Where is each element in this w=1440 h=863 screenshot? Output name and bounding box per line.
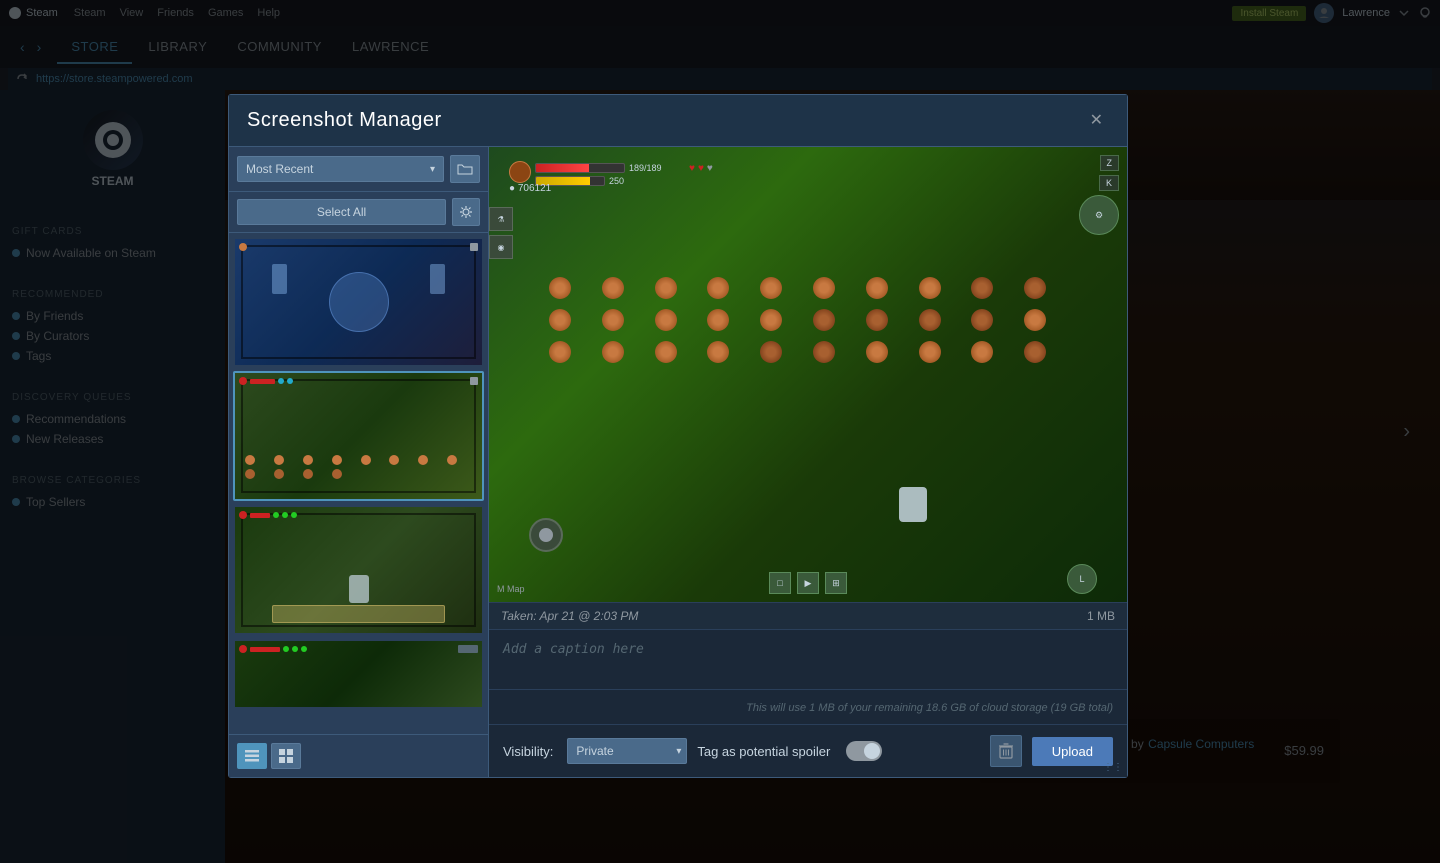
screenshot-thumb-2[interactable] xyxy=(233,371,484,501)
visibility-dropdown-wrapper: Private Public Friends Only ▾ xyxy=(567,738,687,764)
thumb-image-1 xyxy=(235,239,482,365)
thumb-hud-2 xyxy=(239,377,293,385)
thumb-character xyxy=(349,575,369,603)
thumb-hud-right-2 xyxy=(470,377,478,385)
toggle-knob xyxy=(864,743,880,759)
top-right-hud: Z K ⚙ xyxy=(1079,155,1119,235)
thumb-hud-1 xyxy=(239,243,247,251)
file-size: 1 MB xyxy=(1087,609,1115,623)
select-all-row: Select All xyxy=(229,192,488,233)
preview-image-area: 189/189 250 ♥ ♥ xyxy=(489,147,1127,602)
thumb-enemies-2 xyxy=(245,455,472,479)
dropdown-arrow-icon: ▾ xyxy=(430,164,435,175)
preview-game-screenshot: 189/189 250 ♥ ♥ xyxy=(489,147,1127,602)
thumb-hud-right-4 xyxy=(458,645,478,653)
settings-button[interactable] xyxy=(452,198,480,226)
grid-view-icon xyxy=(279,749,293,763)
list-view-icon xyxy=(245,750,259,762)
resize-handle[interactable]: ⋮⋮ xyxy=(1103,762,1123,773)
trash-icon xyxy=(999,743,1013,759)
game-hud-overlay: 189/189 250 ♥ ♥ xyxy=(489,147,1127,602)
thumb-image-4 xyxy=(235,641,482,707)
screenshot-manager-modal: Screenshot Manager ✕ Most Recent ▾ Selec xyxy=(228,94,1128,778)
thumb-detail-1 xyxy=(329,272,389,332)
screenshot-thumbnails-list[interactable] xyxy=(229,233,488,734)
spoiler-toggle[interactable] xyxy=(846,741,882,761)
select-all-button[interactable]: Select All xyxy=(237,199,446,225)
heart-icons: ♥ ♥ ♥ xyxy=(689,163,713,174)
map-label: M Map xyxy=(497,584,525,594)
sort-dropdown[interactable]: Most Recent ▾ xyxy=(237,156,444,182)
modal-close-button[interactable]: ✕ xyxy=(1084,111,1109,131)
upload-button[interactable]: Upload xyxy=(1032,737,1113,766)
spoiler-label: Tag as potential spoiler xyxy=(697,744,830,759)
modal-body: Most Recent ▾ Select All xyxy=(229,147,1127,777)
score-counter: ● 706121 xyxy=(509,183,551,194)
screenshot-thumb-4[interactable] xyxy=(233,639,484,709)
screenshot-thumb-3[interactable] xyxy=(233,505,484,635)
visibility-select[interactable]: Private Public Friends Only xyxy=(567,738,687,764)
thumb-image-3 xyxy=(235,507,482,633)
gear-icon xyxy=(459,205,473,219)
caption-area xyxy=(489,629,1127,689)
thumb-hud-4 xyxy=(239,645,307,653)
screenshot-list-panel: Most Recent ▾ Select All xyxy=(229,147,489,777)
player-character xyxy=(899,487,927,522)
storage-info-text: This will use 1 MB of your remaining 18.… xyxy=(746,702,1113,714)
health-mana-bars: 189/189 250 xyxy=(535,163,662,186)
preview-panel: 189/189 250 ♥ ♥ xyxy=(489,147,1127,777)
thumb-image-2 xyxy=(235,373,482,499)
player-portrait xyxy=(509,161,531,183)
grid-view-button[interactable] xyxy=(271,743,301,769)
delete-button[interactable] xyxy=(990,735,1022,767)
thumb-pillar-1 xyxy=(272,264,287,294)
folder-icon xyxy=(457,161,473,177)
thumb-hud-3 xyxy=(239,511,297,519)
bottom-right-hud: L xyxy=(1067,564,1097,594)
left-hud-icons: ⚗ ◉ xyxy=(489,207,513,259)
view-controls xyxy=(229,734,488,777)
storage-info-bar: This will use 1 MB of your remaining 18.… xyxy=(489,689,1127,724)
list-controls: Most Recent ▾ xyxy=(229,147,488,192)
enemy-sprites-main xyxy=(549,277,1067,363)
upload-controls-bar: Visibility: Private Public Friends Only … xyxy=(489,724,1127,777)
thumb-pillar-2 xyxy=(430,264,445,294)
caption-input[interactable] xyxy=(489,629,1127,684)
thumb-hud-right xyxy=(470,243,478,251)
bottom-center-hud: □ ▶ ⊞ xyxy=(769,572,847,594)
taken-timestamp: Taken: Apr 21 @ 2:03 PM xyxy=(501,609,638,623)
screenshot-hud-btn xyxy=(529,518,563,552)
sort-dropdown-value: Most Recent xyxy=(246,162,313,176)
player-stats-hud xyxy=(509,161,531,183)
list-view-button[interactable] xyxy=(237,743,267,769)
preview-metadata: Taken: Apr 21 @ 2:03 PM 1 MB xyxy=(489,602,1127,629)
modal-header: Screenshot Manager ✕ xyxy=(229,95,1127,147)
screenshot-thumb-1[interactable] xyxy=(233,237,484,367)
thumb-dialog xyxy=(272,605,445,623)
open-folder-button[interactable] xyxy=(450,155,480,183)
modal-title: Screenshot Manager xyxy=(247,109,442,132)
visibility-label: Visibility: xyxy=(503,744,553,759)
